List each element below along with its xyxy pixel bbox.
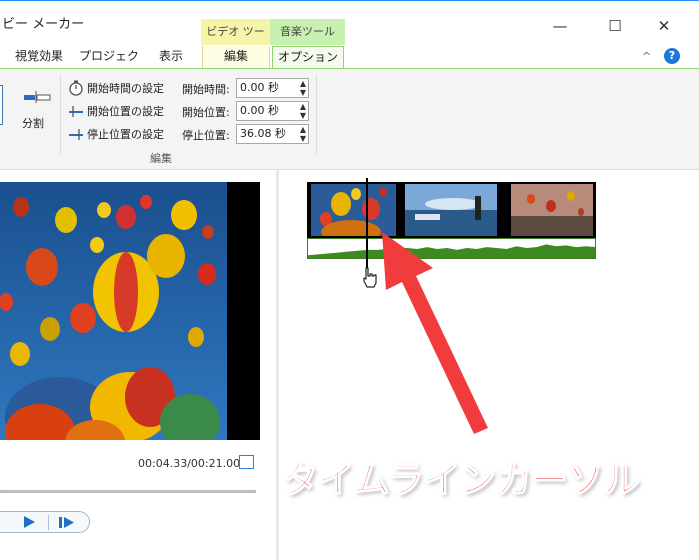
start-point-value: 0.00 秒 xyxy=(240,104,279,117)
tab-view[interactable]: 表示 xyxy=(140,46,202,68)
tab-project[interactable]: プロジェクト xyxy=(78,46,140,83)
ribbon-separator xyxy=(316,75,317,155)
close-button[interactable]: ✕ xyxy=(641,11,687,41)
collapse-ribbon-chevron-icon[interactable]: ^ xyxy=(642,50,651,63)
ribbon-separator xyxy=(60,75,61,155)
set-end-point-label: 停止位置の設定 xyxy=(87,128,164,141)
stopwatch-icon xyxy=(69,80,83,96)
set-start-time-button[interactable]: 開始時間の設定 xyxy=(68,78,164,98)
transport-divider xyxy=(48,515,49,530)
end-point-value: 36.08 秒 xyxy=(240,127,286,140)
ribbon-tab-row: 視覚効果 プロジェクト 表示 編集 オプション ^ ? xyxy=(0,46,699,83)
balloon-photo xyxy=(0,182,260,440)
ribbon-panel: 分割 開始時間の設定 開始位置の設定 停止位置の設定 開始時間: 開始位置: 停… xyxy=(0,68,699,170)
previous-ribbon-control[interactable] xyxy=(0,85,3,125)
minimize-button[interactable]: — xyxy=(537,11,583,41)
timeline-cursor[interactable] xyxy=(366,178,368,270)
annotation-label: タイムラインカーソル xyxy=(281,459,640,502)
set-end-point-button[interactable]: 停止位置の設定 xyxy=(68,124,164,144)
tab-visual-effects[interactable]: 視覚効果 xyxy=(0,46,78,68)
fullscreen-icon[interactable] xyxy=(239,455,254,469)
help-icon[interactable]: ? xyxy=(664,48,680,64)
tab-options[interactable]: オプション xyxy=(272,46,344,69)
start-time-value: 0.00 秒 xyxy=(240,81,279,94)
start-point-label: 開始位置: xyxy=(182,106,230,119)
start-point-spinbox[interactable]: 0.00 秒 ▲ ▼ xyxy=(236,101,309,121)
end-point-label: 停止位置: xyxy=(182,129,230,142)
title-bar: ビー メーカー ビデオ ツール 音楽ツール — ☐ ✕ xyxy=(0,0,699,64)
tab-edit[interactable]: 編集 xyxy=(202,46,270,68)
video-preview[interactable] xyxy=(0,182,260,440)
annotation-arrow xyxy=(382,232,488,434)
maximize-button[interactable]: ☐ xyxy=(592,11,638,41)
set-start-time-label: 開始時間の設定 xyxy=(87,82,164,95)
spin-arrows-icon[interactable]: ▲ ▼ xyxy=(300,102,306,120)
end-point-spinbox[interactable]: 36.08 秒 ▲ ▼ xyxy=(236,124,309,144)
seek-bar[interactable] xyxy=(0,490,256,493)
start-time-label: 開始時間: xyxy=(182,83,230,96)
set-start-point-label: 開始位置の設定 xyxy=(87,105,164,118)
split-icon[interactable] xyxy=(23,91,51,103)
set-end-point-icon xyxy=(69,129,83,140)
set-start-point-button[interactable]: 開始位置の設定 xyxy=(68,101,164,121)
hand-pointer-icon xyxy=(363,267,377,288)
edit-group-label: 編集 xyxy=(150,152,172,165)
split-button-label[interactable]: 分割 xyxy=(22,115,44,131)
start-time-spinbox[interactable]: 0.00 秒 ▲ ▼ xyxy=(236,78,309,98)
spin-arrows-icon[interactable]: ▲ ▼ xyxy=(300,79,306,97)
clip-thumbnail xyxy=(511,184,593,236)
play-icon[interactable] xyxy=(24,516,35,528)
next-frame-icon[interactable] xyxy=(58,516,76,529)
video-tools-context-label: ビデオ ツール xyxy=(201,19,270,64)
app-title: ビー メーカー xyxy=(2,17,85,32)
time-readout: 00:04.33/00:21.00 xyxy=(138,457,241,470)
set-start-point-icon xyxy=(69,106,83,117)
spin-arrows-icon[interactable]: ▲ ▼ xyxy=(300,125,306,143)
playback-controls xyxy=(0,511,90,533)
music-tools-context-label: 音楽ツール xyxy=(270,19,345,45)
